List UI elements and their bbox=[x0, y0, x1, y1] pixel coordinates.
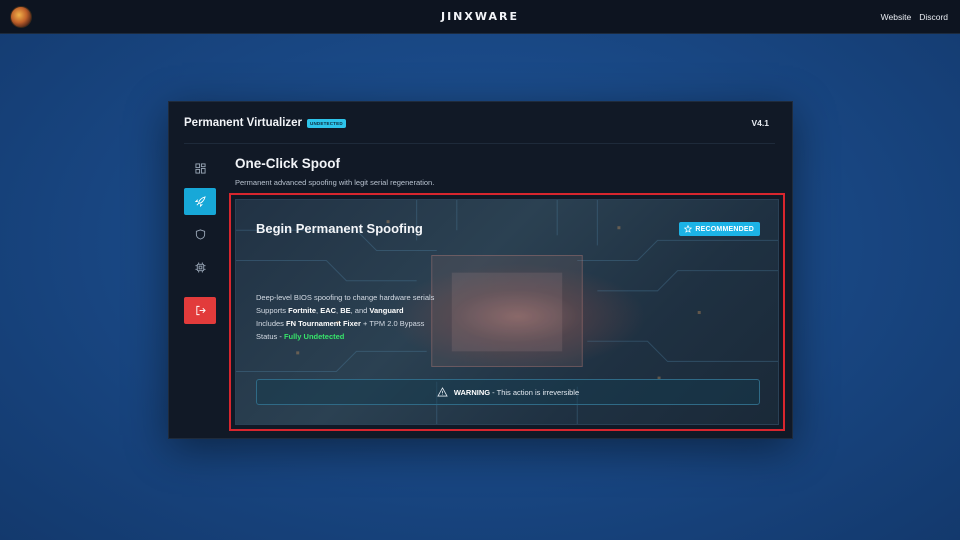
star-icon bbox=[684, 225, 693, 233]
feature-line: Supports Fortnite, EAC, BE, and Vanguard bbox=[256, 306, 404, 315]
top-bar: JINXWARE Website Discord bbox=[0, 0, 960, 34]
recommended-badge: RECOMMENDED bbox=[679, 222, 760, 236]
sidebar-item-spoof[interactable] bbox=[184, 188, 216, 215]
version-label: V4.1 bbox=[751, 117, 770, 128]
spoof-card-highlight: Begin Permanent Spoofing RECOMMENDED Dee… bbox=[229, 193, 785, 431]
sidebar-item-hardware[interactable] bbox=[184, 254, 216, 281]
status-value: Fully Undetected bbox=[283, 332, 345, 341]
logout-button[interactable] bbox=[184, 297, 216, 324]
feature-line: Deep-level BIOS spoofing to change hardw… bbox=[256, 293, 435, 302]
section-title: One-Click Spoof bbox=[235, 156, 341, 171]
chip-icon bbox=[194, 262, 206, 273]
rocket-icon bbox=[194, 196, 206, 207]
warning-banner: WARNING - This action is irreversible bbox=[256, 379, 760, 405]
panel-title: Permanent Virtualizer bbox=[184, 116, 303, 129]
status-badge: UNDETECTED bbox=[307, 119, 346, 128]
brand-title: JINXWARE bbox=[440, 10, 519, 23]
top-links: Website Discord bbox=[881, 0, 948, 34]
section-subtitle: Permanent advanced spoofing with legit s… bbox=[235, 178, 435, 187]
sidebar-item-dashboard[interactable] bbox=[184, 155, 216, 182]
logout-icon bbox=[195, 305, 206, 316]
app-logo[interactable] bbox=[10, 6, 32, 28]
recommended-label: RECOMMENDED bbox=[695, 225, 754, 233]
panel-header: Permanent Virtualizer UNDETECTED V4.1 bbox=[184, 102, 775, 144]
spoof-card[interactable]: Begin Permanent Spoofing RECOMMENDED Dee… bbox=[235, 199, 779, 425]
dashboard-icon bbox=[194, 163, 206, 174]
shield-icon bbox=[195, 229, 205, 240]
discord-link[interactable]: Discord bbox=[919, 12, 948, 22]
status-line: Status - Fully Undetected bbox=[256, 332, 345, 341]
main-panel: Permanent Virtualizer UNDETECTED V4.1 On… bbox=[168, 101, 793, 439]
warning-icon bbox=[437, 387, 448, 397]
sidebar-item-security[interactable] bbox=[184, 221, 216, 248]
feature-list: Deep-level BIOS spoofing to change hardw… bbox=[256, 291, 434, 343]
card-title: Begin Permanent Spoofing bbox=[256, 221, 423, 236]
warning-text: WARNING - This action is irreversible bbox=[453, 387, 580, 397]
feature-line: Includes FN Tournament Fixer + TPM 2.0 B… bbox=[256, 319, 425, 328]
website-link[interactable]: Website bbox=[881, 12, 912, 22]
